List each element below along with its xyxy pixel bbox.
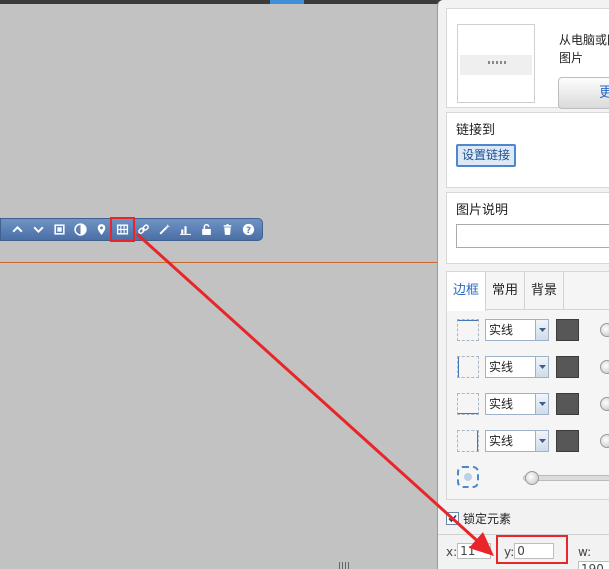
caption-input[interactable] — [456, 224, 609, 248]
x-label: x: — [446, 545, 458, 559]
property-panel: 从电脑或网 图片 更 链接到 设置链接 图片说明 边框 常用 背景 实线 — [437, 0, 609, 569]
border-right-color-swatch[interactable] — [556, 430, 579, 452]
checkmark-icon — [448, 514, 457, 522]
set-link-button[interactable]: 设置链接 — [456, 144, 517, 167]
bar-chart-icon — [180, 226, 191, 235]
lock-element-row[interactable]: 锁定元素 — [446, 509, 511, 527]
border-right-icon — [457, 430, 479, 452]
location-button[interactable] — [91, 219, 112, 240]
move-up-button[interactable] — [7, 219, 28, 240]
tab-border[interactable]: 边框 — [447, 272, 487, 311]
border-row-top: 实线 — [457, 319, 609, 343]
thumbnail-text — [488, 61, 508, 64]
border-top-width-knob[interactable] — [600, 323, 609, 337]
alignment-guide-line — [0, 262, 437, 263]
width-coordinate: w: 190 — [578, 543, 609, 569]
magic-wand-button[interactable] — [154, 219, 175, 240]
border-bottom-icon — [457, 393, 479, 415]
image-settings-button[interactable] — [110, 217, 135, 242]
border-row-bottom: 实线 — [457, 393, 609, 417]
help-button[interactable]: ? — [238, 219, 259, 240]
lock-element-label: 锁定元素 — [463, 511, 512, 526]
crop-icon — [54, 224, 65, 235]
resize-grip[interactable] — [339, 562, 351, 569]
image-toolbar: ? — [0, 217, 263, 242]
trash-icon — [223, 224, 232, 235]
style-tabs: 边框 常用 背景 — [447, 272, 609, 311]
magic-wand-icon — [159, 224, 170, 235]
w-label: w: — [578, 545, 592, 559]
border-radius-icon — [457, 466, 479, 488]
tab-background[interactable]: 背景 — [525, 272, 565, 310]
contrast-icon — [74, 223, 87, 236]
border-top-style-select[interactable]: 实线 — [485, 319, 549, 341]
border-left-icon — [457, 356, 479, 378]
change-image-button[interactable]: 更 — [558, 77, 609, 109]
chevron-down-icon — [535, 357, 548, 377]
upload-hint-line2: 图片 — [559, 51, 584, 65]
border-bottom-color-swatch[interactable] — [556, 393, 579, 415]
border-left-width-knob[interactable] — [600, 360, 609, 374]
style-tabs-section: 边框 常用 背景 实线 实线 实线 实线 — [446, 271, 609, 500]
chevron-down-icon — [535, 320, 548, 340]
chevron-down-icon — [535, 431, 548, 451]
border-top-style-value: 实线 — [489, 323, 514, 337]
caption-section: 图片说明 — [446, 192, 609, 264]
border-top-icon — [457, 319, 479, 341]
caption-section-title: 图片说明 — [456, 203, 509, 218]
border-row-left: 实线 — [457, 356, 609, 380]
top-bar-indicator — [270, 0, 304, 4]
move-down-button[interactable] — [28, 219, 49, 240]
x-input[interactable]: 11 — [457, 543, 492, 559]
thumbnail-preview — [460, 55, 532, 75]
link-button[interactable] — [133, 219, 154, 240]
border-bottom-style-value: 实线 — [489, 397, 514, 411]
link-section: 链接到 设置链接 — [446, 112, 609, 188]
border-bottom-width-knob[interactable] — [600, 397, 609, 411]
border-row-right: 实线 — [457, 430, 609, 454]
x-coordinate: x: 11 — [446, 543, 492, 561]
delete-button[interactable] — [217, 219, 238, 240]
location-pin-icon — [97, 224, 106, 235]
image-settings-icon — [116, 224, 129, 235]
contrast-button[interactable] — [70, 219, 91, 240]
unlock-button[interactable] — [196, 219, 217, 240]
unlock-icon — [202, 223, 211, 235]
border-right-style-value: 实线 — [489, 434, 514, 448]
svg-text:?: ? — [246, 226, 251, 236]
border-radius-slider-handle[interactable] — [525, 471, 539, 485]
w-input[interactable]: 190 — [578, 561, 609, 569]
chevron-down-icon — [535, 394, 548, 414]
image-thumbnail[interactable] — [457, 24, 535, 103]
border-left-color-swatch[interactable] — [556, 356, 579, 378]
lock-element-checkbox[interactable] — [446, 511, 459, 525]
help-icon: ? — [242, 223, 255, 236]
annotation-highlight-box — [496, 535, 568, 564]
chevron-down-icon — [33, 226, 44, 234]
tab-common[interactable]: 常用 — [486, 272, 526, 310]
crop-button[interactable] — [49, 219, 70, 240]
upload-hint: 从电脑或网 图片 — [559, 31, 609, 67]
chevron-up-icon — [12, 225, 23, 233]
border-left-style-value: 实线 — [489, 360, 514, 374]
border-left-style-select[interactable]: 实线 — [485, 356, 549, 378]
upload-hint-line1: 从电脑或网 — [559, 33, 609, 47]
border-right-style-select[interactable]: 实线 — [485, 430, 549, 452]
border-right-width-knob[interactable] — [600, 434, 609, 448]
border-bottom-style-select[interactable]: 实线 — [485, 393, 549, 415]
image-section: 从电脑或网 图片 更 — [446, 8, 609, 109]
border-top-color-swatch[interactable] — [556, 319, 579, 341]
link-section-title: 链接到 — [456, 123, 496, 138]
link-icon — [138, 224, 149, 235]
chart-button[interactable] — [175, 219, 196, 240]
